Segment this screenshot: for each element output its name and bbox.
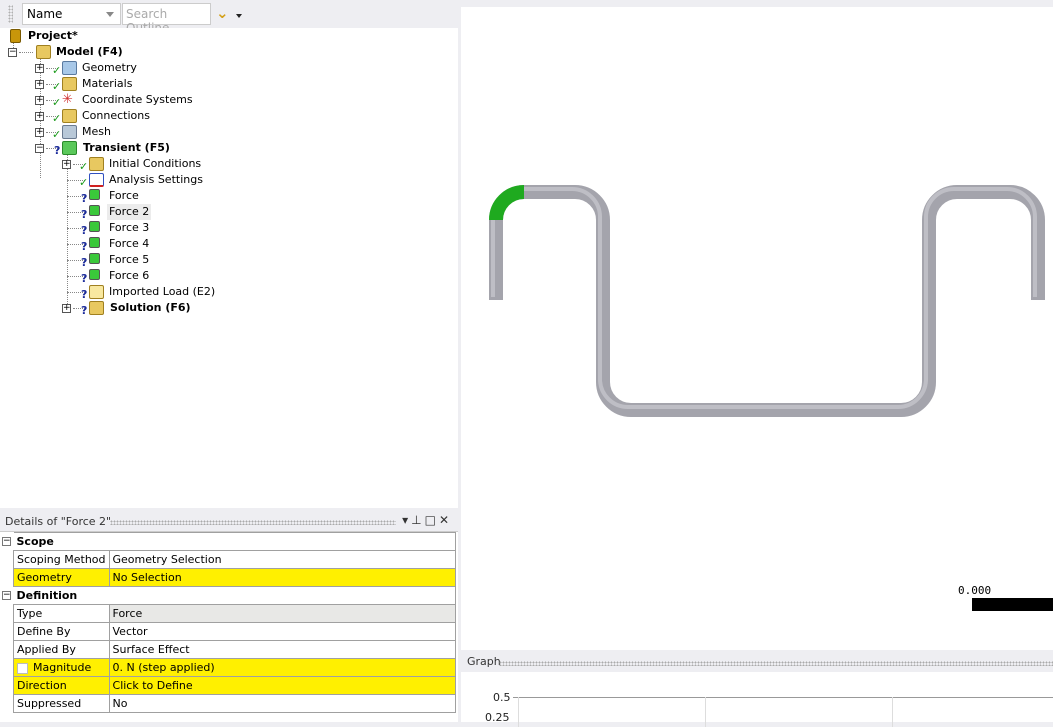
close-icon[interactable]: ✕ [439, 513, 452, 527]
tree-item-solution[interactable]: + ? Solution (F6) [62, 300, 262, 317]
expand-icon[interactable]: + [35, 80, 44, 89]
collapse-definition-icon[interactable]: − [2, 591, 11, 600]
collapse-scope-icon[interactable]: − [2, 537, 11, 546]
expand-icon[interactable]: + [35, 128, 44, 137]
y-tick: 0.5 [493, 691, 511, 704]
tree-item-force-6[interactable]: ? Force 6 [62, 268, 262, 285]
pin-icon[interactable]: ⊥ [411, 513, 424, 527]
row-direction: Direction Click to Define [13, 676, 457, 695]
force-icon [89, 205, 100, 216]
model-folder-icon [36, 45, 51, 59]
transient-analysis-icon [62, 141, 77, 155]
y-tick: 0.25 [485, 711, 510, 724]
tree-item-imported-load[interactable]: ? Imported Load (E2) [62, 284, 262, 301]
expand-icon[interactable]: + [62, 304, 71, 313]
expand-icon[interactable]: + [35, 112, 44, 121]
details-grid: Scope Scoping Method Geometry Selection G… [13, 532, 457, 713]
row-suppressed: Suppressed No [13, 694, 457, 713]
tree-item-force-4[interactable]: ? Force 4 [62, 236, 262, 253]
outline-tree: Project* − Model (F4) + ✓ Geometry + ✓ M… [0, 28, 458, 508]
graph-gridline [513, 697, 1053, 698]
tree-item-model[interactable]: − Model (F4) [8, 44, 208, 60]
question-icon: ? [54, 144, 61, 157]
tree-item-force[interactable]: ? Force [62, 188, 262, 205]
graph-header: Graph [461, 652, 1053, 672]
left-pane: Name Search Outline ⌄ Project* − Model (… [0, 0, 458, 722]
tree-item-force-3[interactable]: ? Force 3 [62, 220, 262, 237]
question-icon: ? [81, 304, 88, 317]
dropdown-icon[interactable]: ▾ [402, 513, 411, 527]
tree-item-transient[interactable]: − ? Transient (F5) [35, 140, 235, 157]
pipe-highlight [491, 187, 1037, 409]
scale-label: 0.000 [958, 584, 992, 597]
pipe-model[interactable] [461, 0, 1053, 650]
scale-bar [972, 598, 1053, 611]
materials-folder-icon [62, 77, 77, 91]
expand-icon[interactable]: + [35, 64, 44, 73]
graph-gridline [892, 697, 893, 727]
collapse-icon[interactable]: − [8, 48, 17, 57]
project-icon [10, 29, 21, 43]
section-definition: Definition [13, 586, 456, 605]
connections-folder-icon [62, 109, 77, 123]
collapse-icon[interactable]: − [35, 144, 44, 153]
details-header: Details of "Force 2" ▾⊥□✕ [0, 512, 458, 532]
details-panel: Details of "Force 2" ▾⊥□✕ − − Scope Scop… [0, 512, 458, 722]
tree-item-coordinate-systems[interactable]: + ✓ ✳ Coordinate Systems [35, 92, 235, 109]
tree-item-mesh[interactable]: + ✓ Mesh [35, 124, 235, 141]
search-outline-input[interactable]: Search Outline [122, 3, 211, 35]
solution-icon [89, 301, 104, 315]
force-icon [89, 221, 100, 232]
tree-item-connections[interactable]: + ✓ Connections [35, 108, 235, 125]
outline-filter-select[interactable]: Name [22, 3, 121, 25]
initial-conditions-icon [89, 157, 104, 171]
selected-pipe-face [489, 185, 525, 221]
expand-icon[interactable]: + [62, 160, 71, 169]
pipe-body [489, 185, 1045, 417]
force-icon [89, 237, 100, 248]
row-geometry: Geometry No Selection [13, 568, 457, 587]
tree-item-materials[interactable]: + ✓ Materials [35, 76, 235, 93]
toolbar-grip[interactable] [8, 5, 13, 23]
dropdown-arrow-icon [106, 12, 114, 17]
row-define-by: Define By Vector [13, 622, 457, 641]
tree-item-analysis-settings[interactable]: ✓ Analysis Settings [62, 172, 262, 189]
graph-gridline [705, 697, 706, 727]
force-icon [89, 253, 100, 264]
expand-icon[interactable]: + [35, 96, 44, 105]
graph-gridline [518, 697, 519, 727]
toolbar-overflow-icon[interactable] [236, 14, 242, 18]
expand-chevron-icon[interactable]: ⌄ [216, 4, 229, 22]
graphics-viewport[interactable] [461, 0, 1053, 650]
force-icon [89, 189, 100, 200]
mesh-icon [62, 125, 77, 139]
geometry-icon [62, 61, 77, 75]
parameter-checkbox[interactable] [17, 662, 28, 674]
imported-load-icon [89, 285, 104, 299]
row-type: Type Force [13, 604, 457, 623]
tree-item-force-5[interactable]: ? Force 5 [62, 252, 262, 269]
outline-toolbar: Name Search Outline ⌄ [0, 0, 458, 35]
row-magnitude: Magnitude 0. N (step applied) [13, 658, 457, 677]
tree-item-geometry[interactable]: + ✓ Geometry [35, 60, 235, 77]
tree-item-project[interactable]: Project* [8, 28, 208, 44]
maximize-icon[interactable]: □ [425, 513, 439, 527]
section-scope: Scope [13, 532, 456, 551]
analysis-settings-icon [89, 173, 104, 187]
tree-item-force-2-selected[interactable]: ? Force 2 [62, 204, 262, 221]
graph-panel: Graph 0.5 0.25 [461, 652, 1053, 727]
coordinate-systems-icon: ✳ [62, 92, 73, 107]
tree-item-initial-conditions[interactable]: + ✓ Initial Conditions [62, 156, 262, 173]
row-scoping-method: Scoping Method Geometry Selection [13, 550, 457, 569]
force-icon [89, 269, 100, 280]
row-applied-by: Applied By Surface Effect [13, 640, 457, 659]
